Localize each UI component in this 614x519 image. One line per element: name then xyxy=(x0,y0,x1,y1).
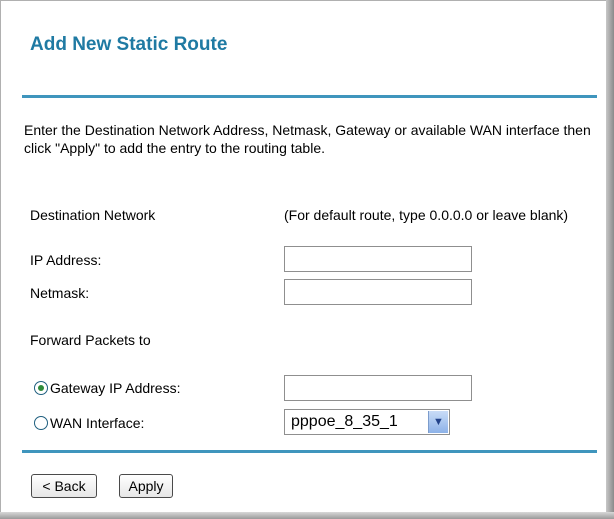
back-button[interactable]: < Back xyxy=(31,474,97,498)
ip-address-label: IP Address: xyxy=(30,252,102,268)
window-shadow-bottom xyxy=(0,512,614,519)
gateway-ip-input[interactable] xyxy=(284,375,472,401)
gateway-radio[interactable] xyxy=(34,381,48,395)
window-shadow-right xyxy=(606,0,614,519)
apply-button[interactable]: Apply xyxy=(119,474,173,498)
divider-bottom xyxy=(22,450,597,453)
instructions-text: Enter the Destination Network Address, N… xyxy=(24,122,591,156)
netmask-input[interactable] xyxy=(284,279,472,305)
wan-interface-select[interactable]: pppoe_8_35_1 ▼ xyxy=(284,409,450,435)
wan-interface-label: WAN Interface: xyxy=(50,415,145,431)
gateway-ip-label: Gateway IP Address: xyxy=(50,380,181,396)
divider-top xyxy=(22,95,597,98)
default-route-note: (For default route, type 0.0.0.0 or leav… xyxy=(284,207,569,223)
wan-interface-radio[interactable] xyxy=(34,416,48,430)
forward-packets-label: Forward Packets to xyxy=(30,332,151,348)
wan-interface-value: pppoe_8_35_1 xyxy=(291,413,398,430)
destination-network-label: Destination Network xyxy=(30,207,156,223)
page-title: Add New Static Route xyxy=(30,34,228,55)
netmask-label: Netmask: xyxy=(30,285,90,301)
chevron-down-icon[interactable]: ▼ xyxy=(428,411,448,433)
ip-address-input[interactable] xyxy=(284,246,472,272)
